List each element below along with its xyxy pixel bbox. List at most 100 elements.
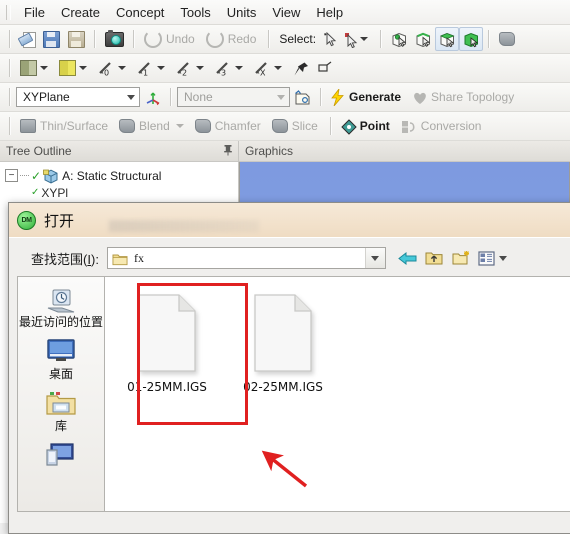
menu-item-create[interactable]: Create <box>53 3 108 22</box>
new-button[interactable] <box>16 27 39 51</box>
face-select-icon <box>439 32 455 47</box>
select-single-button[interactable] <box>319 27 340 51</box>
chevron-down-icon[interactable] <box>175 124 184 128</box>
chevron-down-icon[interactable] <box>123 88 139 106</box>
look-in-label: 查找范围(I): <box>31 251 99 267</box>
toolbar-modeling: 0 1 2 3 X <box>0 54 570 83</box>
tree-expander[interactable]: − <box>5 169 18 182</box>
select-box-button[interactable] <box>340 27 375 51</box>
undo-button[interactable]: Undo <box>140 27 202 51</box>
thin-surface-button[interactable]: Thin/Surface <box>16 114 115 138</box>
toolbar-separator <box>94 30 96 48</box>
chamfer-label: Chamfer <box>214 119 261 133</box>
look-in-select[interactable]: fx <box>106 247 386 269</box>
toolbar-separator <box>9 30 11 48</box>
axes-icon <box>144 90 161 105</box>
menu-item-file[interactable]: File <box>16 3 53 22</box>
menu-item-units[interactable]: Units <box>219 3 265 22</box>
conversion-button[interactable]: Conversion <box>397 114 489 138</box>
chevron-down-icon[interactable] <box>157 66 165 70</box>
new-folder-button[interactable] <box>451 248 472 268</box>
chevron-down-icon[interactable] <box>364 248 385 268</box>
toolbar-separator <box>170 88 172 106</box>
place-computer[interactable] <box>18 439 104 472</box>
select-vertex-button[interactable] <box>387 27 411 51</box>
chevron-down-icon[interactable] <box>79 66 87 70</box>
save-button[interactable] <box>39 27 64 51</box>
blend-button[interactable]: Blend <box>115 114 191 138</box>
select-edge-button[interactable] <box>411 27 435 51</box>
place-desktop[interactable]: 桌面 <box>18 335 104 381</box>
sweep-button[interactable]: 2 <box>172 56 211 80</box>
file-item[interactable]: 01-25MM.IGS <box>117 287 217 394</box>
file-list[interactable]: 01-25MM.IGS 02-25MM.IGS <box>104 276 570 512</box>
redo-icon <box>205 30 224 48</box>
point-label: Point <box>359 119 390 133</box>
dialog-title-bar[interactable]: DM 打开 <box>9 203 570 237</box>
pin-icon[interactable] <box>223 144 233 159</box>
new-sketch-button-2[interactable] <box>290 85 315 109</box>
graphics-title: Graphics <box>245 144 294 158</box>
views-button[interactable] <box>478 248 508 268</box>
share-topology-button[interactable]: Share Topology <box>408 85 521 109</box>
tree-item-label: XYPl <box>41 185 69 200</box>
place-libraries[interactable]: 库 <box>18 387 104 433</box>
flag-tool-icon <box>317 61 333 76</box>
computer-icon <box>43 439 79 471</box>
new-sketch-button[interactable] <box>55 56 94 80</box>
save-as-button[interactable] <box>64 27 89 51</box>
new-plane-button[interactable] <box>16 56 55 80</box>
select-face-button[interactable] <box>435 27 460 51</box>
chevron-down-icon[interactable] <box>118 66 126 70</box>
slice-button[interactable]: Slice <box>268 114 325 138</box>
redo-button[interactable]: Redo <box>202 27 264 51</box>
toolbar-separator <box>9 88 11 106</box>
chevron-down-icon[interactable] <box>360 37 369 41</box>
chamfer-button[interactable]: Chamfer <box>191 114 268 138</box>
dialog-nav-buttons <box>397 248 508 268</box>
thin-surface-tool-button[interactable]: X <box>250 56 289 80</box>
up-one-level-button[interactable] <box>424 248 445 268</box>
desktop-icon <box>43 335 79 367</box>
undo-icon <box>144 30 162 48</box>
skin-loft-button[interactable]: 3 <box>211 56 250 80</box>
back-button[interactable] <box>397 248 418 268</box>
chevron-down-icon[interactable] <box>235 66 243 70</box>
tree-outline-title: Tree Outline <box>6 144 72 158</box>
menu-item-help[interactable]: Help <box>308 3 351 22</box>
menu-item-tools[interactable]: Tools <box>172 3 218 22</box>
toolbar-separator <box>9 59 11 77</box>
extrude-button[interactable]: 0 <box>94 56 133 80</box>
chevron-down-icon[interactable] <box>196 66 204 70</box>
point-button[interactable]: Point <box>337 114 397 138</box>
folder-icon <box>112 252 128 265</box>
pin-tool-icon <box>293 61 309 76</box>
menu-item-view[interactable]: View <box>264 3 308 22</box>
flag-tool-button[interactable] <box>313 56 337 80</box>
chevron-down-icon[interactable] <box>273 88 289 106</box>
screenshot-button[interactable] <box>101 27 128 51</box>
chevron-down-icon[interactable] <box>274 66 282 70</box>
share-topology-label: Share Topology <box>431 90 515 104</box>
tree-item-xyplane[interactable]: ✓ XYPl <box>5 184 238 201</box>
file-item[interactable]: 02-25MM.IGS <box>233 287 333 394</box>
new-plane-axes-button[interactable] <box>140 85 165 109</box>
point-icon <box>341 118 357 135</box>
generate-button[interactable]: Generate <box>327 85 408 109</box>
revolve-1-icon: 1 <box>137 61 154 77</box>
menu-item-concept[interactable]: Concept <box>108 3 172 22</box>
recent-places-icon <box>43 283 79 315</box>
revolve-button[interactable]: 1 <box>133 56 172 80</box>
extend-selection-button[interactable] <box>495 27 519 51</box>
select-body-button[interactable] <box>459 27 484 51</box>
look-in-value: fx <box>133 250 144 265</box>
tree-item-static-structural[interactable]: − ✓ A: Static Structural <box>5 167 238 184</box>
active-sketch-select[interactable]: None <box>177 87 290 107</box>
place-recent[interactable]: 最近访问的位置 <box>18 283 104 329</box>
libraries-icon <box>43 387 79 419</box>
point-tool-button[interactable] <box>289 56 313 80</box>
thin-surface-icon <box>20 119 36 133</box>
chevron-down-icon[interactable] <box>40 66 48 70</box>
active-plane-select[interactable]: XYPlane <box>16 87 140 107</box>
slice-label: Slice <box>291 119 318 133</box>
